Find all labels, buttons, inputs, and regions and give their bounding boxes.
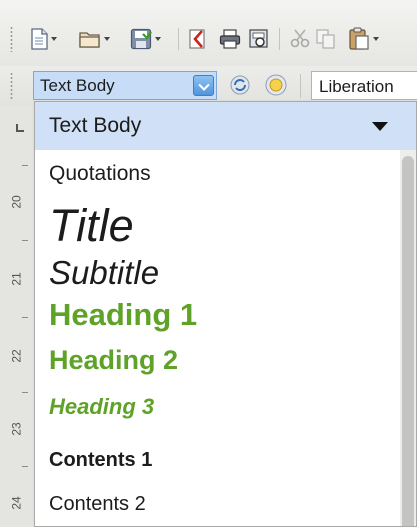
font-name-combobox[interactable]: Liberation xyxy=(311,71,417,100)
paragraph-style-combobox[interactable]: Text Body xyxy=(33,71,217,100)
chevron-down-icon xyxy=(373,37,379,41)
style-list-selected[interactable]: Text Body xyxy=(35,102,416,150)
open-button[interactable] xyxy=(79,24,110,54)
toolbar-grip[interactable] xyxy=(10,72,13,100)
ruler-tick xyxy=(22,165,28,166)
chevron-down-icon xyxy=(51,37,57,41)
printer-icon xyxy=(219,29,241,49)
style-option-quotations[interactable]: Quotations xyxy=(49,162,151,186)
style-option-title[interactable]: Title xyxy=(49,200,134,252)
ruler-number: 20 xyxy=(9,195,24,209)
scrollbar-thumb[interactable] xyxy=(402,156,414,526)
ruler-tick xyxy=(22,240,28,241)
save-button[interactable] xyxy=(130,24,161,54)
ruler-tick xyxy=(22,317,28,318)
toolbar-separator xyxy=(279,28,280,50)
toolbar-grip[interactable] xyxy=(10,26,13,52)
export-pdf-button[interactable] xyxy=(188,24,208,54)
paragraph-style-dropdown: Text Body Quotations Title Subtitle Head… xyxy=(34,101,417,527)
tab-stop-icon xyxy=(16,124,24,132)
toolbar-separator xyxy=(300,74,301,98)
new-document-button[interactable] xyxy=(30,24,57,54)
paragraph-style-input[interactable]: Text Body xyxy=(40,76,115,96)
style-list-selected-label: Text Body xyxy=(49,114,142,137)
ruler-number: 23 xyxy=(9,422,24,436)
chevron-down-icon[interactable] xyxy=(193,75,214,96)
ruler-tick xyxy=(22,392,28,393)
style-option-heading-3[interactable]: Heading 3 xyxy=(49,394,154,420)
copy-icon xyxy=(316,29,335,49)
paste-button[interactable] xyxy=(348,24,379,54)
ruler-number: 21 xyxy=(9,272,24,286)
font-name-input[interactable]: Liberation xyxy=(319,77,394,97)
vertical-ruler: 20 21 22 23 24 xyxy=(0,106,36,527)
print-preview-button[interactable] xyxy=(248,24,270,54)
paste-icon xyxy=(349,27,369,50)
update-style-icon xyxy=(230,75,250,95)
save-icon xyxy=(130,28,152,50)
scissors-icon xyxy=(290,29,310,48)
chevron-down-icon xyxy=(155,37,161,41)
dropdown-scrollbar[interactable] xyxy=(400,150,416,526)
new-style-button[interactable] xyxy=(263,72,289,98)
print-button[interactable] xyxy=(219,24,241,54)
style-option-subtitle[interactable]: Subtitle xyxy=(49,254,159,292)
ruler-number: 22 xyxy=(9,349,24,363)
cut-button[interactable] xyxy=(289,24,311,54)
style-option-contents-1[interactable]: Contents 1 xyxy=(49,449,152,472)
caret-down-icon[interactable] xyxy=(372,122,388,131)
standard-toolbar xyxy=(0,0,417,66)
ruler-number: 24 xyxy=(9,496,24,510)
chevron-down-icon xyxy=(104,37,110,41)
new-style-icon xyxy=(265,74,287,96)
print-preview-icon xyxy=(249,29,268,48)
ruler-tick xyxy=(22,466,28,467)
pdf-export-icon xyxy=(189,29,205,49)
folder-open-icon xyxy=(79,32,100,48)
style-option-heading-2[interactable]: Heading 2 xyxy=(49,345,178,376)
style-option-heading-1[interactable]: Heading 1 xyxy=(49,297,197,333)
update-style-button[interactable] xyxy=(229,74,251,96)
new-document-icon xyxy=(31,28,48,50)
style-option-contents-2[interactable]: Contents 2 xyxy=(49,493,146,516)
toolbar-separator xyxy=(178,28,179,50)
copy-button[interactable] xyxy=(315,24,337,54)
